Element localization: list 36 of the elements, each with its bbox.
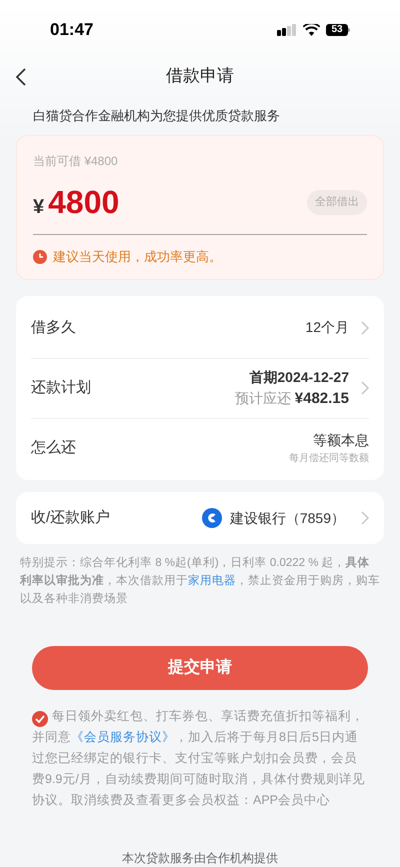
loan-amount[interactable]: 4800: [48, 178, 120, 226]
row-sub-label: 预计应还: [234, 388, 291, 408]
submit-button[interactable]: 提交申请: [32, 646, 368, 690]
available-amount: 当前可借 ¥4800: [33, 153, 119, 170]
row-label: 怎么还: [31, 438, 76, 458]
back-button[interactable]: [14, 67, 28, 88]
signal-icon: [277, 24, 297, 36]
chevron-icon: [361, 320, 369, 335]
subtitle: 白猫贷合作金融机构为您提供优质贷款服务: [33, 106, 281, 125]
check-icon: [35, 715, 45, 723]
clock-icon: [33, 250, 47, 264]
battery-icon: 53: [326, 24, 350, 36]
currency-symbol: ¥: [33, 195, 44, 220]
account-label: 收/还款账户: [31, 508, 110, 528]
chevron-icon: [361, 511, 369, 526]
notice-text: 特别提示：综合年化利率 8 %起(单利)，日利率 0.0222 % 起，具体利率以审批为准，本次借款用于家用电器，禁止资金用于购房，购车以及各种非消费场景: [20, 556, 380, 608]
row-value[interactable]: 12个月: [305, 317, 349, 338]
usage-link[interactable]: 家用电器: [188, 575, 236, 588]
status-time: 01:47: [50, 19, 94, 42]
chevron-icon: [361, 381, 369, 396]
row-sub-value: ¥482.15: [294, 388, 349, 409]
row-sub-label: 每月偿还同等数额: [289, 452, 369, 466]
bank-logo-icon: [202, 508, 222, 528]
row-label: 还款计划: [31, 378, 91, 398]
agreement-checkbox[interactable]: [32, 711, 48, 727]
bank-name: 建设银行（7859）: [230, 508, 345, 528]
row-value: 等额本息: [313, 431, 369, 450]
agreement-text: 每日领外卖红包、打车券包、享话费充值折扣等福利，并同意《会员服务协议》，加入后将于每月8日后5日内通过您已经绑定的银行卡、支付宝等账户划扣会员费，会员费9.9元/月，自动续费期间可随时取消，具体付费规则详见协议。取消续费及查看更多会员权益：APP会员中心: [32, 708, 366, 809]
footer-text: 本次贷款服务由合作机构提供: [122, 850, 278, 867]
agreement-link[interactable]: 《会员服务协议》: [71, 730, 175, 744]
usage-tip: 建议当天使用，成功率更高。: [53, 248, 222, 266]
wifi-icon: [303, 24, 320, 36]
row-label: 借多久: [31, 318, 76, 338]
account-card[interactable]: 收/还款账户 建设银行（7859）: [16, 492, 384, 544]
page-title: 借款申请: [166, 65, 234, 88]
row-value[interactable]: 首期2024-12-27: [249, 366, 349, 388]
